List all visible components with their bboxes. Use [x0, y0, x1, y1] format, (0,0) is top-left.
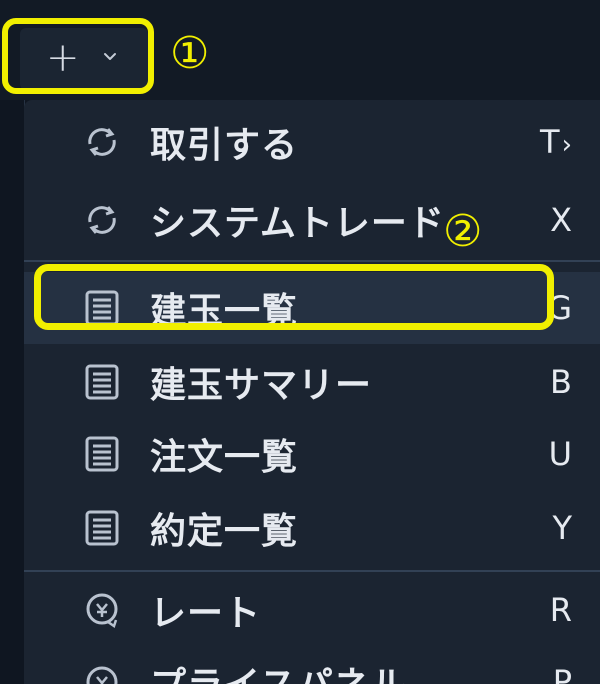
- menu-item-label: システムトレード: [150, 203, 445, 244]
- toolbar: + ①: [0, 0, 600, 100]
- menu-item-label: 約定一覧: [150, 511, 299, 552]
- menu-divider: [24, 570, 600, 572]
- menu-item-trade[interactable]: 取引する T›: [24, 106, 600, 178]
- menu-item-label: 建玉サマリー: [150, 365, 373, 406]
- menu-item-system-trade[interactable]: システムトレード X: [24, 184, 600, 256]
- menu-item-label: レート: [150, 593, 262, 634]
- shortcut-key: B: [550, 363, 572, 401]
- list-icon: [85, 510, 119, 546]
- list-icon: [85, 436, 119, 472]
- menu-item-positions-summary[interactable]: 建玉サマリー B: [24, 346, 600, 418]
- menu-item-label: 取引する: [150, 125, 299, 166]
- shortcut-key: R: [549, 591, 572, 629]
- menu-divider: [24, 260, 600, 262]
- menu-item-orders-list[interactable]: 注文一覧 U: [24, 418, 600, 490]
- annotation-box-2: [34, 264, 554, 330]
- shortcut-key: Y: [552, 509, 572, 547]
- sync-arrows-icon: [88, 206, 116, 234]
- annotation-marker-1: ①: [170, 28, 210, 79]
- shortcut-key: P: [552, 663, 572, 684]
- price-panel-icon: [86, 666, 118, 684]
- menu-item-label: プライスパネル: [150, 656, 408, 684]
- sync-arrows-icon: [88, 128, 116, 156]
- add-panel-menu: 取引する T› システムトレード X 建玉一覧 G 建玉サマリー B 注文一覧 …: [24, 100, 600, 684]
- left-panel-edge: [0, 100, 25, 684]
- shortcut-key: U: [548, 435, 572, 473]
- menu-item-executions-list[interactable]: 約定一覧 Y: [24, 492, 600, 564]
- submenu-arrow-icon: ›: [561, 130, 572, 160]
- menu-item-label: 注文一覧: [150, 437, 299, 478]
- annotation-box-1: [2, 18, 154, 94]
- menu-item-rate[interactable]: レート R: [24, 574, 600, 646]
- app-window: + ① 取引する T› システムトレード X 建玉一覧 G 建玉サマリー B 注…: [0, 0, 600, 684]
- shortcut-key: X: [550, 201, 572, 239]
- annotation-marker-2: ②: [443, 206, 483, 257]
- shortcut-key: T›: [540, 123, 572, 161]
- list-icon: [85, 364, 119, 400]
- rate-icon: [86, 593, 118, 628]
- menu-item-price-panel[interactable]: プライスパネル P: [24, 646, 600, 684]
